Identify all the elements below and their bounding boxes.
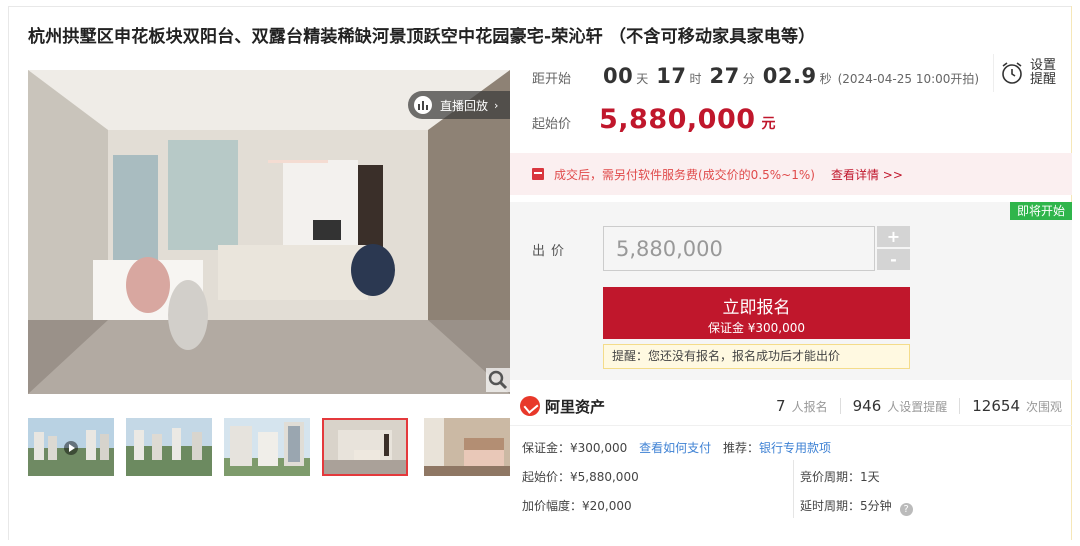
minutes-unit: 分 bbox=[742, 72, 755, 86]
start-price-detail: 起始价：¥5,880,000 bbox=[522, 470, 639, 484]
ali-assets-logo-icon bbox=[520, 396, 540, 416]
start-price: 起始价 5,880,000 元 bbox=[532, 104, 776, 135]
service-fee-notice: 成交后，需另付软件服务费(成交价的0.5%~1%) 查看详情 >> bbox=[510, 153, 1072, 195]
start-price-label: 起始价 bbox=[532, 117, 572, 132]
hours-unit: 时 bbox=[689, 72, 702, 86]
deposit-row: 保证金：¥300,000 查看如何支付 推荐：银行专用款项 bbox=[522, 439, 831, 456]
extension-cycle-detail: 延时周期：5分钟 bbox=[800, 499, 892, 513]
start-time: (2024-04-25 10:00开拍) bbox=[837, 72, 980, 86]
views-count: 12654 bbox=[972, 397, 1020, 415]
stats-numbers: 7 人报名 946 人设置提醒 12654 次围观 bbox=[776, 397, 1062, 415]
reminders-label: 人设置提醒 bbox=[887, 399, 948, 414]
how-to-pay-link[interactable]: 查看如何支付 bbox=[639, 441, 711, 455]
view-details-link[interactable]: 查看详情 >> bbox=[831, 166, 903, 183]
countdown-label: 距开始 bbox=[532, 72, 572, 87]
thumbnail-bedroom[interactable] bbox=[424, 418, 510, 476]
bid-panel: 即将开始 出价 5,880,000 + - 立即报名 保证金 ¥300,000 … bbox=[510, 202, 1072, 380]
help-icon[interactable]: ? bbox=[899, 503, 913, 516]
divider bbox=[839, 398, 841, 414]
chevron-right-icon: › bbox=[494, 98, 499, 112]
seconds-unit: 秒 bbox=[819, 72, 832, 86]
thumbnail-living-room[interactable] bbox=[322, 418, 408, 476]
increase-bid-button[interactable]: + bbox=[877, 226, 910, 247]
reminders-count: 946 bbox=[852, 397, 882, 415]
increment-detail: 加价幅度：¥20,000 bbox=[522, 499, 632, 513]
signup-button[interactable]: 立即报名 保证金 ¥300,000 bbox=[603, 287, 910, 339]
countdown-days: 00 bbox=[603, 64, 634, 88]
signup-tip: 提醒：您还没有报名，报名成功后才能出价 bbox=[603, 344, 910, 369]
set-reminder-button[interactable]: 设置提醒 bbox=[993, 54, 1056, 92]
signup-deposit: 保证金 ¥300,000 bbox=[707, 321, 806, 335]
gift-icon bbox=[532, 168, 544, 180]
recommend-label: 推荐： bbox=[722, 441, 759, 455]
bid-input[interactable]: 5,880,000 bbox=[603, 226, 875, 271]
deposit-text: 保证金：¥300,000 bbox=[522, 441, 628, 455]
details-divider bbox=[793, 460, 794, 518]
countdown-minutes: 27 bbox=[709, 64, 740, 88]
set-reminder-label: 设置提醒 bbox=[1030, 58, 1057, 87]
alarm-clock-icon bbox=[1002, 62, 1022, 84]
brand-name: 阿里资产 bbox=[545, 397, 606, 416]
stats-bar: 阿里资产 7 人报名 946 人设置提醒 12654 次围观 bbox=[520, 395, 1062, 417]
live-replay-button[interactable]: 直播回放 › bbox=[408, 91, 510, 119]
zoom-icon[interactable] bbox=[486, 368, 510, 392]
bidding-cycle-detail: 竞价周期：1天 bbox=[800, 470, 880, 484]
thumbnail-towers[interactable] bbox=[224, 418, 310, 476]
brand[interactable]: 阿里资产 bbox=[520, 396, 605, 417]
decrease-bid-button[interactable]: - bbox=[877, 249, 910, 270]
start-price-unit: 元 bbox=[761, 116, 776, 132]
bar-chart-icon bbox=[414, 96, 432, 114]
play-icon bbox=[64, 441, 78, 455]
countdown: 距开始 00 天 17 时 27 分 02.9 秒 (2024-04-25 10… bbox=[532, 64, 979, 88]
days-unit: 天 bbox=[636, 72, 649, 86]
registered-label: 人报名 bbox=[791, 399, 828, 414]
registered-count: 7 bbox=[776, 397, 786, 415]
live-replay-label: 直播回放 bbox=[440, 98, 489, 113]
countdown-seconds: 02.9 bbox=[762, 64, 817, 88]
thumbnail-strip bbox=[28, 418, 510, 478]
page-title: 杭州拱墅区申花板块双阳台、双露台精装稀缺河景顶跃空中花园豪宅-荣沁轩 （不含可移… bbox=[28, 27, 816, 47]
bid-label: 出价 bbox=[532, 244, 571, 259]
thumbnail-aerial-video[interactable] bbox=[28, 418, 114, 476]
divider bbox=[959, 398, 961, 414]
start-price-value: 5,880,000 bbox=[599, 104, 756, 135]
bank-payment-link[interactable]: 银行专用款项 bbox=[759, 441, 831, 455]
status-badge: 即将开始 bbox=[1010, 202, 1072, 220]
stats-divider bbox=[510, 425, 1072, 426]
extension-cycle-row: 延时周期：5分钟? bbox=[800, 497, 913, 516]
signup-label: 立即报名 bbox=[722, 298, 791, 318]
countdown-hours: 17 bbox=[656, 64, 687, 88]
views-label: 次围观 bbox=[1025, 399, 1062, 414]
service-fee-text: 成交后，需另付软件服务费(成交价的0.5%~1%) bbox=[554, 167, 815, 182]
thumbnail-aerial-view[interactable] bbox=[126, 418, 212, 476]
